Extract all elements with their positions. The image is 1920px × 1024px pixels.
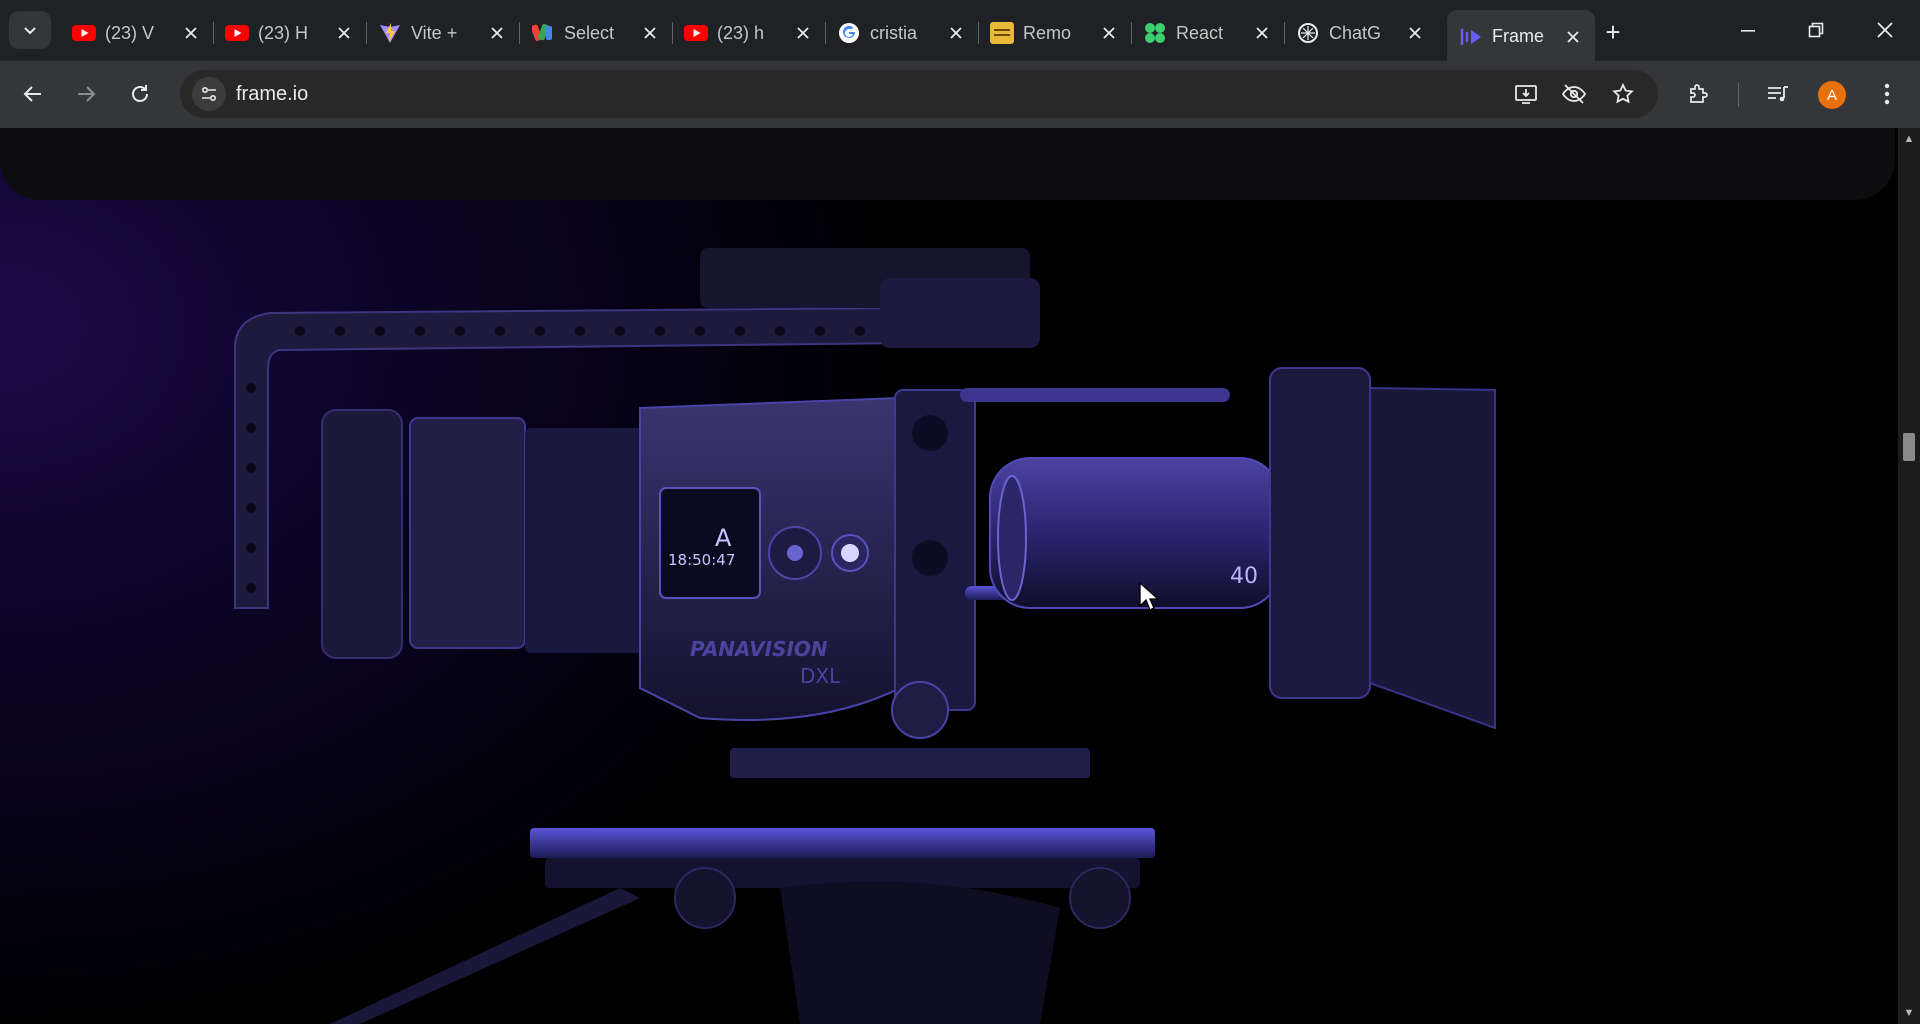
tab-title: Remo [1023,22,1072,43]
mouse-cursor-icon [1139,582,1159,611]
restore-icon [1808,22,1824,38]
google-icon [837,21,861,45]
select-icon [531,21,555,45]
close-window-button[interactable] [1860,10,1910,50]
eye-off-icon [1561,84,1587,104]
browser-tab[interactable]: (23) h [672,10,825,56]
vite-icon [378,21,402,45]
browser-tab[interactable]: (23) H [213,10,366,56]
browser-toolbar: frame.io A [0,61,1920,128]
install-icon [1515,85,1537,104]
tab-close-icon[interactable] [793,23,813,43]
chevron-down-icon [24,27,36,35]
page-viewport: 18:50:47 A PANAVISION DXL 40 [0,128,1898,1024]
youtube-icon [684,21,708,45]
reload-button[interactable] [121,75,159,113]
new-tab-button[interactable]: + [1595,14,1631,50]
tab-close-icon[interactable] [640,23,660,43]
frameio-icon [1459,25,1483,49]
tab-search-button[interactable] [9,11,51,49]
tab-list: (23) V (23) H Vite + Select (23) h cristia Rem… [60,8,1595,63]
arrow-left-icon [23,86,41,102]
star-icon [1612,82,1634,104]
tab-strip: (23) V (23) H Vite + Select (23) h cristia Rem… [0,0,1920,63]
restore-button[interactable] [1791,10,1841,50]
page-scrollbar[interactable]: ▲ ▼ [1898,128,1920,1024]
remo-icon [990,21,1014,45]
address-url[interactable]: frame.io [236,83,308,106]
tab-title: (23) H [258,22,309,43]
browser-tab[interactable]: Remo [978,10,1131,56]
puzzle-icon [1690,84,1708,103]
scroll-down-arrow-icon[interactable]: ▼ [1898,1004,1920,1022]
camera-model-text: DXL [800,664,841,688]
tune-icon [201,86,217,102]
browser-tab[interactable]: React [1131,10,1284,56]
browser-tab[interactable]: ChatG [1284,10,1437,56]
reload-icon [132,85,148,102]
tab-title: (23) V [105,22,155,43]
bookmark-button[interactable] [1604,75,1642,113]
tab-title: ChatG [1329,22,1382,43]
tab-close-icon[interactable] [487,23,507,43]
tab-title: Vite + [411,22,458,43]
tab-close-icon[interactable] [1099,23,1119,43]
browser-tab[interactable]: Select [519,10,672,56]
camera-display-letter: A [715,524,732,552]
tab-close-icon[interactable] [1563,27,1583,47]
minimize-icon [1741,30,1755,32]
profile-avatar[interactable]: A [1818,81,1846,109]
browser-tab[interactable]: cristia [825,10,978,56]
tracking-protection-button[interactable] [1555,75,1593,113]
address-bar[interactable]: frame.io [180,70,1658,118]
close-icon [1877,22,1893,38]
camera-display-time: 18:50:47 [668,551,735,569]
chatgpt-icon [1296,21,1320,45]
youtube-icon [225,21,249,45]
tab-close-icon[interactable] [334,23,354,43]
site-info-button[interactable] [192,77,226,111]
toolbar-divider [1738,83,1739,107]
queue-music-icon [1768,86,1788,102]
tab-close-icon[interactable] [1252,23,1272,43]
cinema-camera-image: 18:50:47 A PANAVISION DXL 40 [234,200,1898,1024]
arrow-right-icon [78,86,96,102]
install-app-button[interactable] [1507,75,1545,113]
media-controls-button[interactable] [1759,75,1797,113]
extensions-button[interactable] [1680,75,1718,113]
browser-tab[interactable]: Vite + [366,10,519,56]
back-button[interactable] [14,75,52,113]
react-flower-icon [1143,21,1167,45]
tab-close-icon[interactable] [181,23,201,43]
forward-button[interactable] [67,75,105,113]
lens-mark: 40 [1230,564,1258,589]
tab-close-icon[interactable] [946,23,966,43]
browser-tab[interactable]: (23) V [60,10,213,56]
scrollbar-thumb[interactable] [1903,433,1915,461]
tab-title: Select [564,22,615,43]
tab-title: (23) h [717,22,765,43]
browser-tab[interactable]: Frame [1447,10,1595,63]
scroll-up-arrow-icon[interactable]: ▲ [1898,130,1920,148]
plus-icon: + [1605,16,1621,47]
tab-title: cristia [870,22,918,43]
minimize-button[interactable] [1723,10,1773,50]
tab-title: React [1176,22,1224,43]
tab-title: Frame [1492,26,1545,46]
menu-button[interactable] [1868,75,1906,113]
tab-close-icon[interactable] [1405,23,1425,43]
camera-brand-text: PANAVISION [690,637,828,661]
youtube-icon [72,21,96,45]
more-vertical-icon [1884,83,1890,105]
